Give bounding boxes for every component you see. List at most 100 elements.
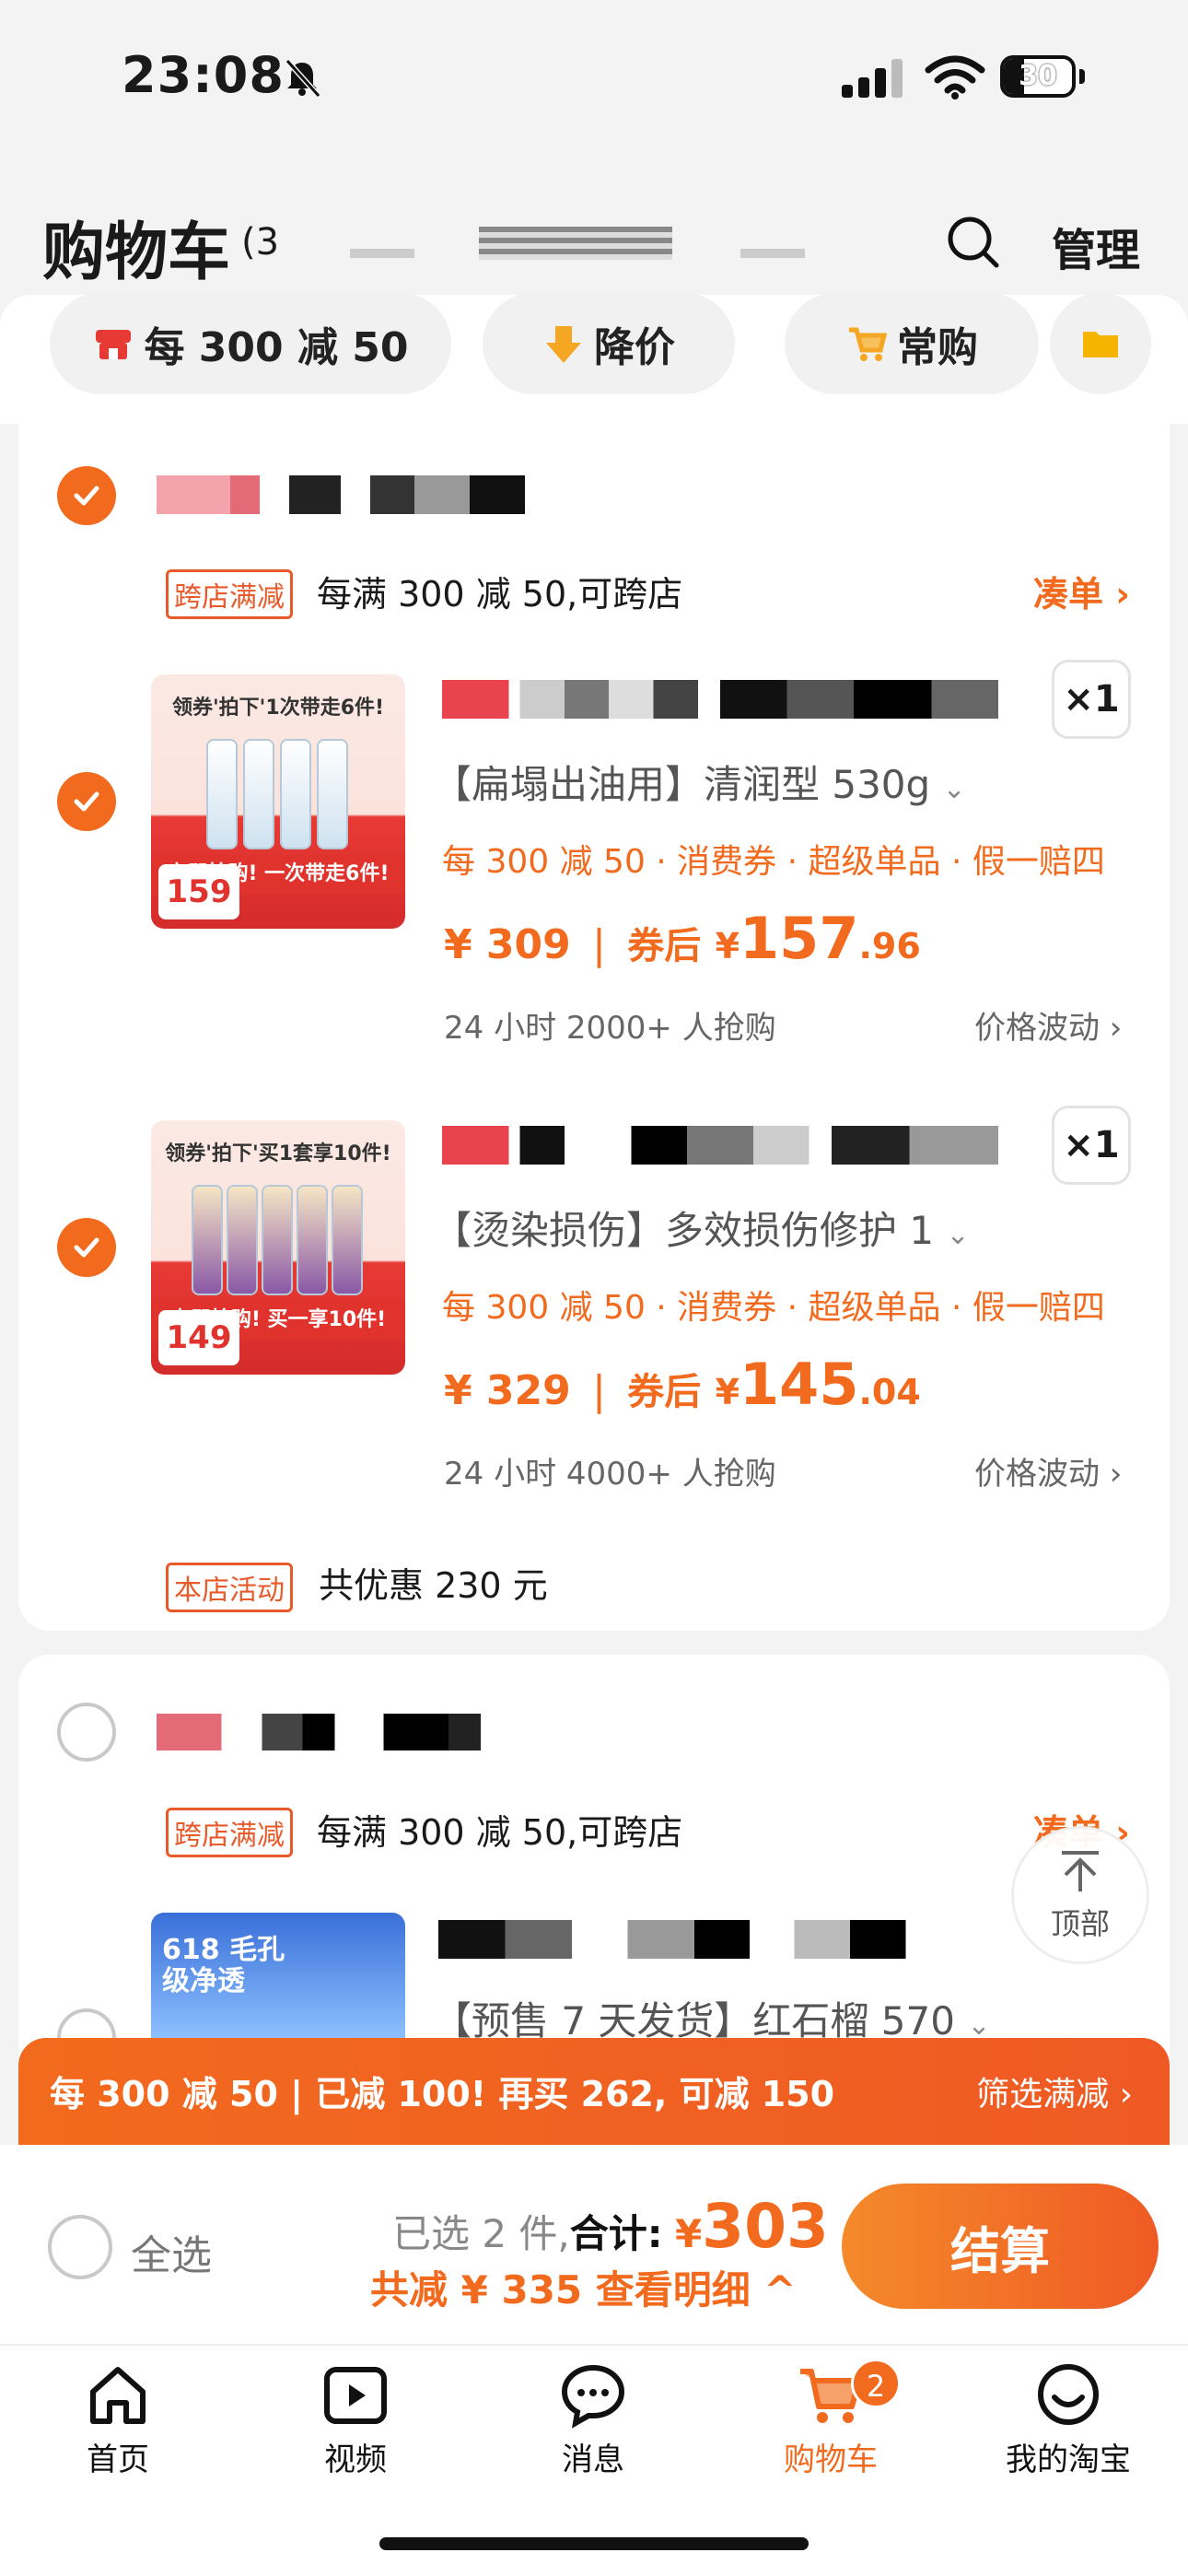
filter-label: 筛选满减 bbox=[976, 2076, 1110, 2113]
checkout-button[interactable]: 结算 bbox=[842, 2184, 1159, 2309]
item-1-variant-text: 【扁塌出油用】清润型 530g bbox=[433, 762, 931, 807]
cross-store-tag-2: 跨店满减 bbox=[166, 1808, 293, 1857]
manage-button[interactable]: 管理 bbox=[1052, 214, 1140, 278]
check-icon bbox=[74, 791, 99, 812]
item-1-coupon-dec: .96 bbox=[858, 926, 921, 966]
select-all-checkbox[interactable] bbox=[48, 2215, 112, 2279]
promo-bar[interactable]: 每 300 减 50 | 已减 100! 再买 262, 可减 150 筛选满减… bbox=[18, 2038, 1170, 2145]
total-label: 合计: bbox=[569, 2211, 663, 2256]
chevron-down-icon: ⌄ bbox=[946, 1219, 970, 1251]
item-2-checkbox[interactable] bbox=[57, 1218, 116, 1277]
price-fluct-label: 价格波动 bbox=[974, 1456, 1100, 1493]
chip-frequent[interactable]: 常购 bbox=[785, 293, 1039, 394]
tab-messages[interactable]: 消息 bbox=[501, 2360, 685, 2479]
item-2-price-fluct[interactable]: 价格波动 › bbox=[974, 1448, 1122, 1493]
selected-count: 已选 2 件, bbox=[392, 2211, 570, 2256]
item-1-image[interactable]: 领券'拍下'1次带走6件! 立即抢购! 一次带走6件! 159 bbox=[151, 674, 405, 929]
item-2-variant-text: 【烫染损伤】多效损伤修护 1 bbox=[433, 1208, 935, 1253]
chevron-down-icon: ⌄ bbox=[942, 773, 966, 805]
add-on-link[interactable]: 凑单 › bbox=[1033, 566, 1130, 616]
store-2-checkbox[interactable] bbox=[57, 1703, 116, 1762]
item-1-quantity[interactable]: ×1 bbox=[1052, 660, 1131, 739]
price-down-icon bbox=[546, 326, 581, 363]
item-2-price-row: ¥ 329 | 券后 ¥145.04 bbox=[444, 1351, 921, 1418]
chip-full-reduction[interactable]: 每 300 减 50 bbox=[50, 293, 451, 394]
header-tabs-redacted-3 bbox=[740, 249, 805, 258]
tab-label: 视频 bbox=[324, 2441, 387, 2478]
item-1-price-row: ¥ 309 | 券后 ¥157.96 bbox=[444, 905, 921, 972]
store-2-name-redacted bbox=[157, 1714, 562, 1751]
chip-label: 常购 bbox=[897, 324, 978, 371]
tab-cart[interactable]: 购物车 2 bbox=[739, 2359, 923, 2479]
item-2-image[interactable]: 领券'拍下'买1套享10件! 立即抢购! 买一享10件! 149 bbox=[151, 1120, 405, 1375]
back-to-top-label: 顶部 bbox=[1050, 1906, 1110, 1941]
signal-icon bbox=[842, 59, 903, 98]
cross-store-text-2: 每满 300 减 50,可跨店 bbox=[317, 1812, 683, 1853]
header-tabs-redacted bbox=[350, 249, 414, 258]
item-2-price: ¥ 329 bbox=[444, 1367, 571, 1414]
item-1-image-price: 159 bbox=[158, 864, 239, 919]
cross-store-text: 每满 300 减 50,可跨店 bbox=[317, 574, 683, 615]
item-1-title-redacted bbox=[442, 680, 998, 719]
check-icon bbox=[74, 486, 99, 506]
wifi-icon bbox=[925, 55, 985, 100]
header-tabs-redacted-2 bbox=[479, 227, 672, 260]
item-1-coupon-currency: ¥ bbox=[715, 926, 740, 966]
page-title: 购物车 bbox=[42, 217, 231, 289]
tab-label: 首页 bbox=[87, 2441, 149, 2478]
bell-off-icon bbox=[285, 58, 321, 98]
battery-icon: 30 bbox=[1000, 55, 1085, 98]
cart-badge: 2 bbox=[851, 2359, 901, 2408]
chevron-down-icon: ⌄ bbox=[967, 2009, 991, 2042]
item-2-promos: 每 300 减 50 · 消费券 · 超级单品 · 假一赔四 bbox=[442, 1289, 1105, 1327]
arrow-up-icon bbox=[1062, 1851, 1099, 1891]
total-currency: ¥ bbox=[674, 2211, 703, 2256]
item-3-image[interactable]: 618 毛孔级净透 bbox=[151, 1913, 405, 2038]
store-icon bbox=[96, 330, 132, 359]
video-icon bbox=[324, 2367, 387, 2424]
item-2-variant[interactable]: 【烫染损伤】多效损伤修护 1 ⌄ bbox=[433, 1200, 970, 1256]
item-1-price-fluct[interactable]: 价格波动 › bbox=[974, 1002, 1122, 1048]
store-1-checkbox[interactable] bbox=[57, 466, 116, 525]
chip-price-drop[interactable]: 降价 bbox=[483, 293, 735, 394]
store-1-name-redacted bbox=[157, 475, 525, 514]
item-1-variant[interactable]: 【扁塌出油用】清润型 530g ⌄ bbox=[433, 754, 966, 810]
cart-count: (3 bbox=[241, 221, 280, 263]
add-on-label: 凑单 bbox=[1033, 574, 1104, 615]
item-2-quantity[interactable]: ×1 bbox=[1052, 1106, 1131, 1185]
store-activity-tag: 本店活动 bbox=[166, 1563, 293, 1612]
item-3-variant-text: 【预售 7 天发货】红石榴 570 bbox=[433, 1998, 955, 2043]
tab-label: 我的淘宝 bbox=[1006, 2441, 1131, 2478]
cart-icon bbox=[849, 327, 888, 361]
tab-my-taobao[interactable]: 我的淘宝 bbox=[976, 2360, 1160, 2479]
item-1-promos: 每 300 减 50 · 消费券 · 超级单品 · 假一赔四 bbox=[442, 843, 1105, 881]
tab-video[interactable]: 视频 bbox=[263, 2360, 448, 2479]
check-icon bbox=[74, 1237, 99, 1258]
total-value: 303 bbox=[702, 2191, 829, 2262]
item-1-image-title: 领券'拍下'1次带走6件! bbox=[171, 697, 385, 720]
item-2-title-redacted bbox=[442, 1126, 998, 1165]
tab-label: 购物车 bbox=[784, 2441, 878, 2478]
back-to-top-button[interactable]: 顶部 bbox=[1011, 1826, 1149, 1964]
item-1-checkbox[interactable] bbox=[57, 772, 116, 831]
folder-icon bbox=[1083, 332, 1118, 357]
item-2-coupon-currency: ¥ bbox=[715, 1372, 740, 1412]
selected-summary: 已选 2 件,合计: ¥303 bbox=[392, 2191, 829, 2262]
chip-label: 降价 bbox=[594, 324, 675, 371]
select-all-label[interactable]: 全选 bbox=[131, 2222, 212, 2281]
chip-folder[interactable] bbox=[1050, 293, 1151, 394]
discount-details-link[interactable]: 共减 ¥ 335 查看明细 ^ bbox=[370, 2259, 797, 2315]
item-3-title-redacted bbox=[438, 1920, 995, 1959]
store-activity-text: 共优惠 230 元 bbox=[319, 1565, 548, 1606]
item-1-coupon-int: 157 bbox=[740, 905, 859, 972]
item-2-coupon-label: 券后 bbox=[627, 1371, 702, 1413]
item-2-sales: 24 小时 4000+ 人抢购 bbox=[444, 1456, 776, 1493]
battery-level: 30 bbox=[1019, 60, 1057, 92]
tab-home[interactable]: 首页 bbox=[26, 2360, 210, 2479]
search-icon[interactable] bbox=[945, 214, 1002, 271]
item-2-image-title: 领券'拍下'买1套享10件! bbox=[165, 1142, 391, 1165]
item-2-coupon-dec: .04 bbox=[858, 1372, 921, 1412]
item-1-sales: 24 小时 2000+ 人抢购 bbox=[444, 1010, 776, 1047]
profile-face-icon bbox=[1038, 2364, 1099, 2425]
promo-bar-filter[interactable]: 筛选满减 › bbox=[976, 2067, 1133, 2115]
